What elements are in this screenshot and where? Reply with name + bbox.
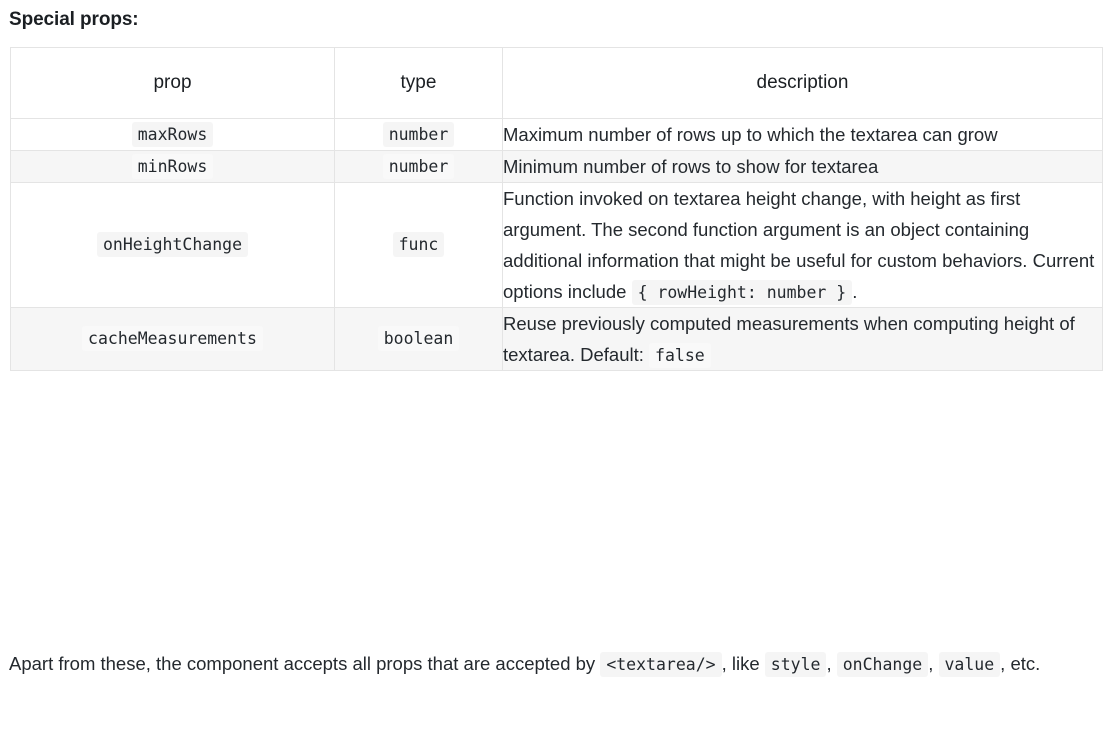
inline-code: onChange [836,652,929,677]
inline-code: func [392,232,445,258]
cell-prop-description: Function invoked on textarea height chan… [502,182,1103,308]
column-header-type: type [334,47,503,119]
table-header: prop type description [10,47,1103,119]
table-row: maxRows number Maximum number of rows up t… [10,118,1103,151]
cell-prop-type: number [334,150,503,183]
inline-code: value [938,652,1001,677]
column-header-prop: prop [10,47,335,119]
cell-prop-name: maxRows [10,118,335,151]
inline-code: { rowHeight: number } [631,280,853,305]
cell-prop-description: Minimum number of rows to show for texta… [502,150,1103,183]
cell-prop-description: Reuse previously computed measurements w… [502,307,1103,371]
table-row: onHeightChange func Function invoked on te… [10,182,1103,308]
special-props-section: Special props: prop type description max… [0,0,1111,732]
cell-prop-type: boolean [334,307,503,371]
table-header-row: prop type description [10,47,1103,119]
table-row: cacheMeasurements boolean Reuse previously… [10,307,1103,371]
inline-code: style [764,652,827,677]
inline-code: false [649,343,711,368]
inline-code: maxRows [131,121,214,147]
inline-code: minRows [131,153,214,179]
inline-code: number [382,121,455,147]
props-table: prop type description maxRows number Maxim… [10,47,1103,371]
inline-code: <textarea/> [600,652,722,677]
table-row: minRows number Minimum number of rows to s… [10,150,1103,183]
inline-code: onHeightChange [96,232,249,258]
table-body: maxRows number Maximum number of rows up t… [10,118,1103,371]
inline-code: boolean [377,326,460,352]
cell-prop-name: minRows [10,150,335,183]
cell-prop-name: onHeightChange [10,182,335,308]
column-header-description: description [502,47,1103,119]
inline-code: cacheMeasurements [82,326,263,352]
footnote-paragraph: Apart from these, the component accepts … [9,646,1103,682]
cell-prop-name: cacheMeasurements [10,307,335,371]
page-title: Special props: [9,9,139,30]
cell-prop-type: number [334,118,503,151]
inline-code: number [382,153,455,179]
cell-prop-description: Maximum number of rows up to which the t… [502,118,1103,151]
cell-prop-type: func [334,182,503,308]
